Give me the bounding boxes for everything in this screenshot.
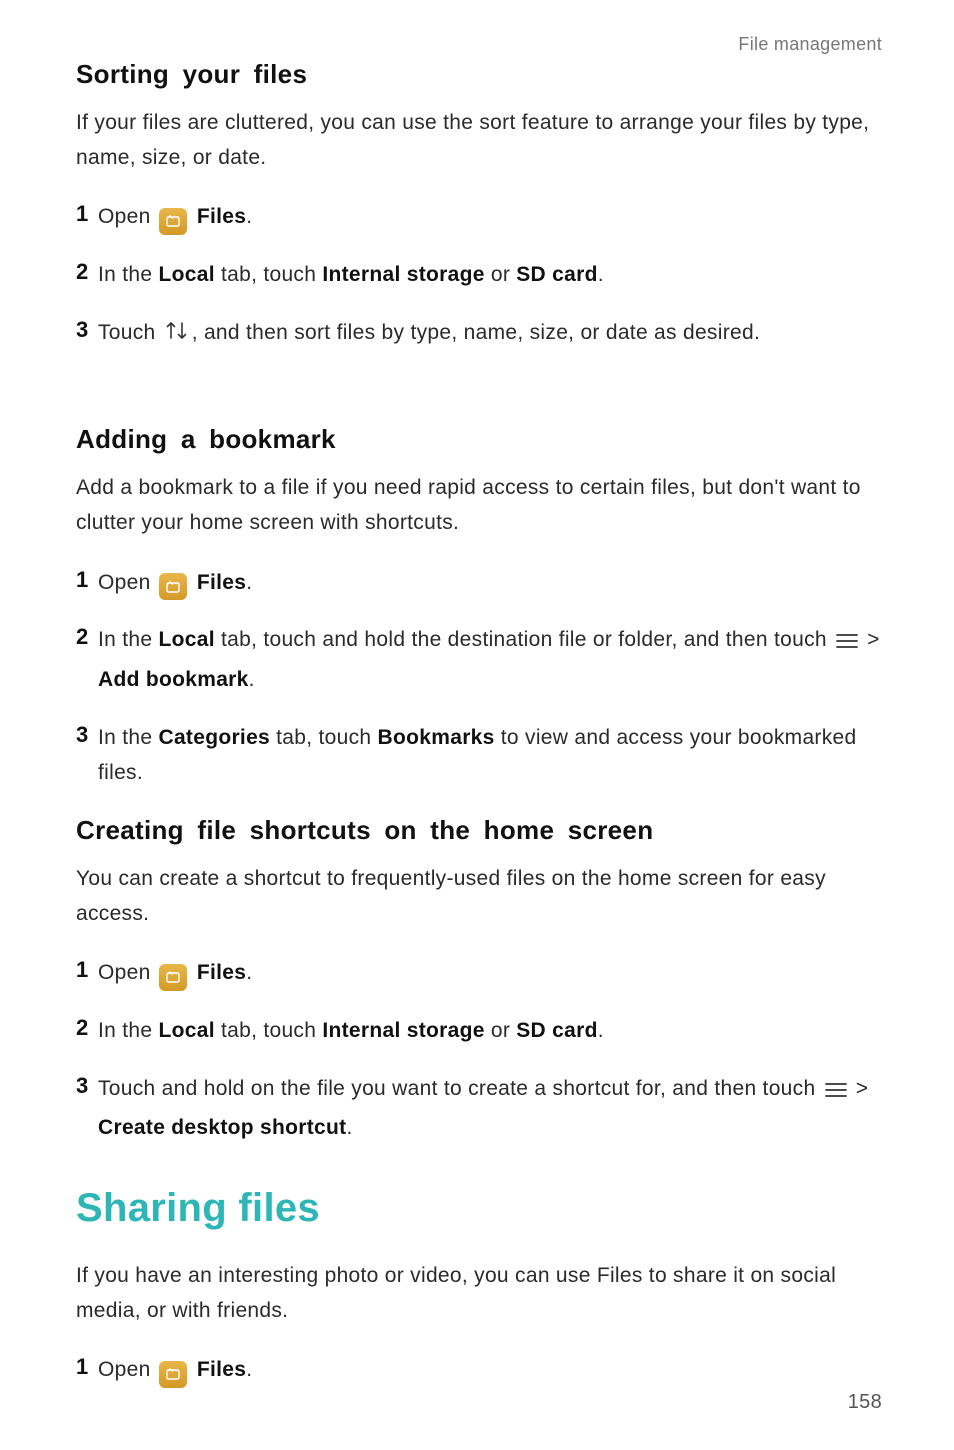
- step-text: Open Files.: [98, 565, 882, 601]
- step-item: 3 In the Categories tab, touch Bookmarks…: [76, 720, 882, 791]
- app-name: Files: [197, 1358, 246, 1381]
- step-item: 1 Open Files.: [76, 1352, 882, 1388]
- text: In the: [98, 726, 158, 749]
- text: Open: [98, 205, 157, 228]
- ui-label-add-bookmark: Add bookmark: [98, 668, 249, 691]
- ui-label-local: Local: [158, 263, 214, 286]
- step-item: 2 In the Local tab, touch and hold the d…: [76, 622, 882, 697]
- ui-label-bookmarks: Bookmarks: [378, 726, 495, 749]
- files-app-icon: [159, 573, 187, 600]
- text: .: [246, 1358, 252, 1381]
- text: Touch: [98, 321, 162, 344]
- app-name: Files: [197, 205, 246, 228]
- step-number: 2: [76, 257, 98, 288]
- breadcrumb: File management: [76, 34, 882, 55]
- ui-label-local: Local: [158, 1019, 214, 1042]
- step-number: 2: [76, 1013, 98, 1044]
- ui-label-local: Local: [158, 628, 214, 651]
- step-text: In the Local tab, touch Internal storage…: [98, 257, 882, 293]
- text: Open: [98, 1358, 157, 1381]
- document-page: File management Sorting your files If yo…: [0, 0, 954, 1450]
- heading-adding-bookmark: Adding a bookmark: [76, 424, 882, 455]
- step-number: 3: [76, 315, 98, 346]
- text: >: [850, 1077, 869, 1100]
- text: If you have an interesting photo or vide…: [76, 1264, 597, 1287]
- step-item: 2 In the Local tab, touch Internal stora…: [76, 1013, 882, 1049]
- text: In the: [98, 263, 158, 286]
- text: .: [249, 668, 255, 691]
- ui-label-create-desktop-shortcut: Create desktop shortcut: [98, 1116, 346, 1139]
- text: >: [861, 628, 880, 651]
- text: .: [598, 263, 604, 286]
- text: .: [246, 961, 252, 984]
- files-app-icon: [159, 1361, 187, 1388]
- step-item: 3 Touch and hold on the file you want to…: [76, 1071, 882, 1146]
- step-number: 1: [76, 1352, 98, 1383]
- step-item: 3 Touch , and then sort files by type, n…: [76, 315, 882, 355]
- text: Open: [98, 961, 157, 984]
- text: .: [346, 1116, 352, 1139]
- step-number: 3: [76, 1071, 98, 1102]
- text: or: [485, 263, 517, 286]
- step-item: 1 Open Files.: [76, 565, 882, 601]
- step-item: 1 Open Files.: [76, 199, 882, 235]
- files-app-icon: [159, 964, 187, 991]
- step-number: 1: [76, 955, 98, 986]
- text: , and then sort files by type, name, siz…: [192, 321, 760, 344]
- text: .: [246, 571, 252, 594]
- ui-label-sd-card: SD card: [516, 1019, 597, 1042]
- heading-create-shortcuts: Creating file shortcuts on the home scre…: [76, 815, 882, 846]
- sort-icon: [164, 319, 190, 355]
- step-text: Touch , and then sort files by type, nam…: [98, 315, 882, 355]
- step-text: In the Local tab, touch and hold the des…: [98, 622, 882, 697]
- text: In the: [98, 628, 158, 651]
- step-number: 2: [76, 622, 98, 653]
- text: .: [246, 205, 252, 228]
- text: tab, touch: [215, 1019, 323, 1042]
- ui-label-categories: Categories: [158, 726, 270, 749]
- step-number: 1: [76, 565, 98, 596]
- text: tab, touch: [215, 263, 323, 286]
- text: tab, touch and hold the destination file…: [215, 628, 833, 651]
- app-name: Files: [597, 1264, 643, 1287]
- step-text: Open Files.: [98, 199, 882, 235]
- menu-icon: [824, 1075, 848, 1111]
- text: Touch and hold on the file you want to c…: [98, 1077, 822, 1100]
- app-name: Files: [197, 571, 246, 594]
- ui-label-internal-storage: Internal storage: [322, 1019, 484, 1042]
- text: or: [485, 1019, 517, 1042]
- paragraph: If you have an interesting photo or vide…: [76, 1259, 882, 1328]
- paragraph: If your files are cluttered, you can use…: [76, 106, 882, 175]
- step-item: 1 Open Files.: [76, 955, 882, 991]
- step-item: 2 In the Local tab, touch Internal stora…: [76, 257, 882, 293]
- step-text: Touch and hold on the file you want to c…: [98, 1071, 882, 1146]
- step-text: In the Local tab, touch Internal storage…: [98, 1013, 882, 1049]
- files-app-icon: [159, 208, 187, 235]
- step-text: In the Categories tab, touch Bookmarks t…: [98, 720, 882, 791]
- step-text: Open Files.: [98, 955, 882, 991]
- paragraph: You can create a shortcut to frequently-…: [76, 862, 882, 931]
- ui-label-internal-storage: Internal storage: [322, 263, 484, 286]
- menu-icon: [835, 626, 859, 662]
- app-name: Files: [197, 961, 246, 984]
- step-number: 3: [76, 720, 98, 751]
- heading-sorting-files: Sorting your files: [76, 59, 882, 90]
- text: Open: [98, 571, 157, 594]
- paragraph: Add a bookmark to a file if you need rap…: [76, 471, 882, 540]
- step-number: 1: [76, 199, 98, 230]
- ui-label-sd-card: SD card: [516, 263, 597, 286]
- text: .: [598, 1019, 604, 1042]
- text: In the: [98, 1019, 158, 1042]
- text: tab, touch: [270, 726, 378, 749]
- step-text: Open Files.: [98, 1352, 882, 1388]
- heading-sharing-files: Sharing files: [76, 1186, 882, 1231]
- page-number: 158: [848, 1391, 882, 1414]
